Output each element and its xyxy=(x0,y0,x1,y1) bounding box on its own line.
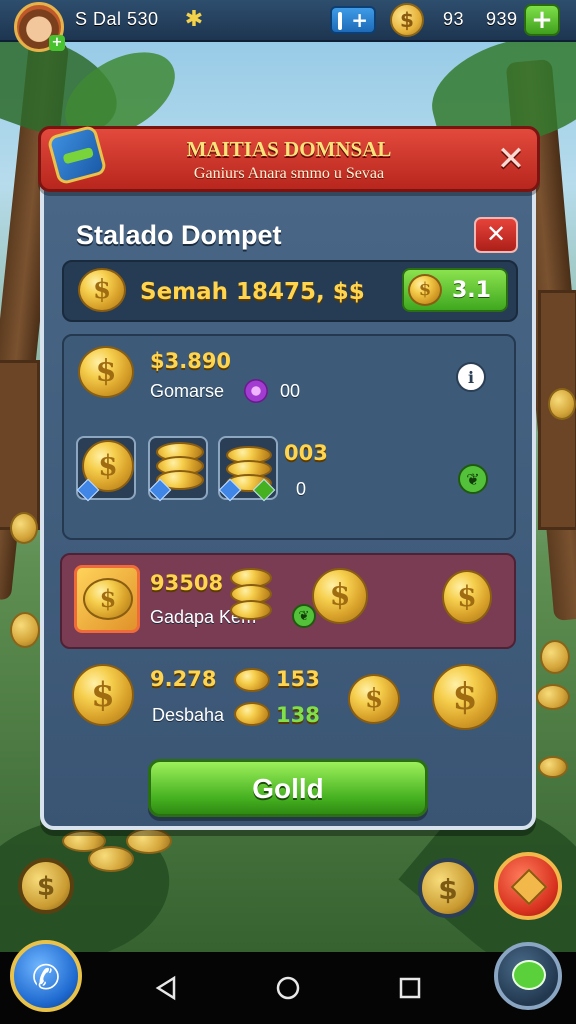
coin-icon: $ xyxy=(390,3,424,37)
coin-shop-button[interactable]: $ xyxy=(418,858,478,918)
star-icon: ✱ xyxy=(184,7,204,32)
coin-icon xyxy=(234,668,270,692)
coin-icon: $ xyxy=(78,268,126,312)
swirl-icon xyxy=(244,379,268,403)
coin-icon: $ xyxy=(78,346,134,398)
extra-value-a: 153 xyxy=(276,667,320,691)
coin-stack-icon xyxy=(230,600,272,620)
add-coins-button[interactable]: + xyxy=(524,4,560,36)
gems-plus-label: + xyxy=(351,8,368,32)
gold-button-label: Golld xyxy=(252,773,324,804)
coin-icon xyxy=(234,702,270,726)
coins-value: 939 xyxy=(486,9,518,29)
bundle-tile-1[interactable]: $ xyxy=(76,436,136,502)
top-status-bar: S Dal 530 ✱ + $ 93 939 + xyxy=(0,0,576,42)
coin-icon: $ xyxy=(83,578,133,620)
offer-name: Gomarse xyxy=(150,381,225,401)
featured-price: 93508 xyxy=(150,571,224,595)
recents-icon[interactable] xyxy=(396,974,424,1002)
extra-name: Desbaha xyxy=(152,705,225,725)
coin-icon: $ xyxy=(348,674,400,724)
coin-icon: $ xyxy=(432,664,498,730)
chest-button[interactable] xyxy=(494,852,562,920)
gem-bar-icon xyxy=(338,12,342,30)
extra-amount: 9.278 xyxy=(150,667,217,691)
dialog-ribbon: MAITIAS DOMNSAL Ganiurs Anara smmo u Sev… xyxy=(38,126,540,192)
offer-price: $3.890 xyxy=(150,349,232,373)
avatar-plus-icon: + xyxy=(49,35,65,51)
featured-image: $ xyxy=(74,565,140,633)
coin-icon: $ xyxy=(442,570,492,624)
offer-count: 00 xyxy=(280,381,301,401)
coin-shortcut-button[interactable]: $ xyxy=(18,858,74,914)
chat-icon xyxy=(512,960,546,990)
ribbon-subtitle: Ganiurs Anara smmo u Sevaa xyxy=(193,165,385,182)
back-icon[interactable] xyxy=(152,974,180,1002)
balance-button[interactable]: $ 3.1 xyxy=(402,268,508,312)
gold-button[interactable]: Golld xyxy=(148,759,428,817)
coin-icon: $ xyxy=(312,568,368,624)
leaf-icon[interactable]: ❦ xyxy=(458,464,488,494)
chat-button[interactable] xyxy=(494,942,562,1010)
coin-icon: $ xyxy=(408,274,442,306)
extra-value-b: 138 xyxy=(276,703,320,727)
home-icon[interactable] xyxy=(274,974,302,1002)
bundle-tile-2[interactable] xyxy=(148,436,208,502)
coin-icon: $ xyxy=(438,873,458,906)
avatar[interactable]: + xyxy=(14,2,65,52)
balance-button-value: 3.1 xyxy=(452,278,491,303)
coin-icon: $ xyxy=(72,664,134,726)
ribbon-close-button[interactable]: ✕ xyxy=(492,140,530,178)
bundle-count: 0 xyxy=(296,479,307,499)
ribbon-title: MAITIAS DOMNSAL xyxy=(186,137,392,161)
panel-close-button[interactable]: ✕ xyxy=(474,217,518,253)
coin-icon: $ xyxy=(36,872,56,902)
system-nav-bar xyxy=(0,952,576,1024)
phone-icon: ✆ xyxy=(31,958,61,998)
gems-button[interactable]: + xyxy=(330,6,376,34)
balance-text: Semah 18475, $$ xyxy=(140,279,365,305)
leaf-icon: ❦ xyxy=(292,604,316,628)
panel-title: Stalado Dompet xyxy=(76,220,282,250)
bundle-price: 003 xyxy=(284,441,328,465)
player-stat: S Dal 530 xyxy=(75,9,159,29)
bundle-tile-3[interactable] xyxy=(218,436,278,502)
info-icon[interactable]: ℹ xyxy=(456,362,486,392)
coins-label: 93 xyxy=(443,9,465,29)
chest-icon xyxy=(510,868,548,906)
phone-button[interactable]: ✆ xyxy=(10,940,82,1012)
